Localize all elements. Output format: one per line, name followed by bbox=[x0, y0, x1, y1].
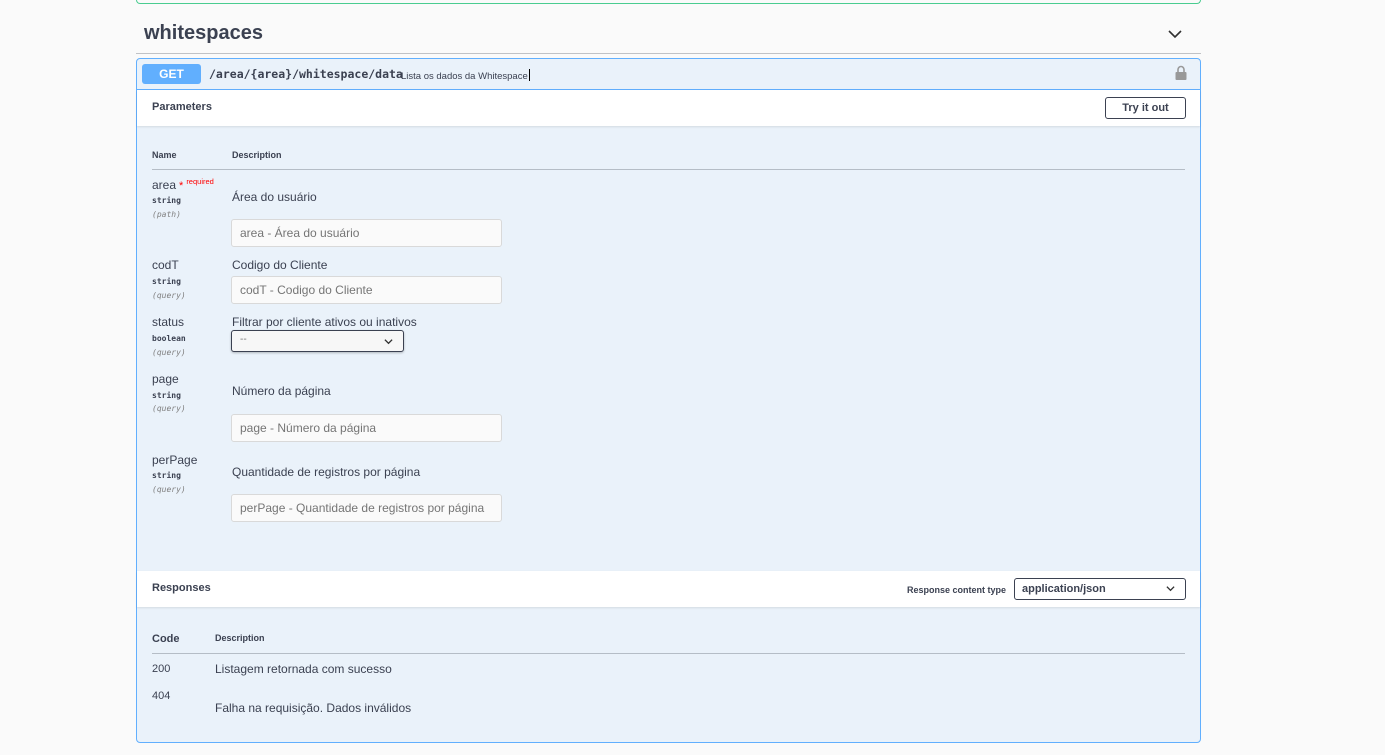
lock-icon[interactable] bbox=[1174, 65, 1188, 81]
param-desc-status: Filtrar por cliente ativos ou inativos bbox=[232, 315, 417, 329]
codt-input[interactable] bbox=[231, 276, 502, 304]
tag-title: whitespaces bbox=[144, 22, 263, 44]
param-desc-perpage: Quantidade de registros por página bbox=[232, 465, 421, 479]
status-select[interactable]: -- bbox=[231, 330, 404, 352]
param-type-page: string bbox=[152, 391, 181, 400]
column-header-name: Name bbox=[152, 150, 177, 160]
operation-summary[interactable]: GET /area/{area}/whitespace/data Lista o… bbox=[137, 59, 1200, 90]
param-in-page: (query) bbox=[152, 404, 186, 413]
param-name-perpage: perPage bbox=[152, 453, 198, 467]
tag-section-whitespaces[interactable]: whitespaces bbox=[136, 14, 1201, 54]
page-input[interactable] bbox=[231, 414, 502, 442]
param-in-status: (query) bbox=[152, 348, 186, 357]
param-desc-codt: Codigo do Cliente bbox=[232, 258, 328, 272]
chevron-down-icon bbox=[384, 339, 393, 345]
operation-summary-text: Lista os dados da Whitespace bbox=[401, 69, 530, 82]
operation-block: GET /area/{area}/whitespace/data Lista o… bbox=[136, 58, 1201, 743]
param-type-area: string bbox=[152, 196, 181, 205]
param-name-status: status bbox=[152, 315, 185, 329]
try-it-out-button[interactable]: Try it out bbox=[1105, 97, 1186, 119]
param-name-area: area * required bbox=[152, 177, 214, 192]
param-type-status: boolean bbox=[152, 334, 186, 343]
param-desc-page: Número da página bbox=[232, 384, 331, 398]
column-header-description: Description bbox=[232, 150, 282, 160]
previous-operation-border bbox=[136, 0, 1201, 4]
chevron-down-icon bbox=[1166, 586, 1175, 592]
param-name-codt: codT bbox=[152, 258, 179, 272]
response-content-type-label: Response content type bbox=[906, 585, 1006, 595]
response-content-type-value: application/json bbox=[1022, 583, 1106, 595]
parameters-divider bbox=[152, 169, 1185, 170]
column-header-code: Code bbox=[152, 633, 180, 645]
response-desc-404: Falha na requisição. Dados inválidos bbox=[215, 701, 412, 715]
chevron-down-icon[interactable] bbox=[1167, 26, 1183, 42]
http-method-badge: GET bbox=[142, 64, 201, 84]
response-desc-200: Listagem retornada com sucesso bbox=[215, 662, 392, 676]
responses-header: Responses Response content type applicat… bbox=[137, 571, 1200, 607]
response-code-200: 200 bbox=[152, 663, 171, 675]
status-select-value: -- bbox=[240, 334, 247, 345]
parameters-header: Parameters Try it out bbox=[137, 90, 1200, 126]
param-in-codt: (query) bbox=[152, 291, 186, 300]
param-name-page: page bbox=[152, 372, 179, 386]
responses-title: Responses bbox=[152, 582, 211, 594]
required-label: required bbox=[186, 177, 214, 186]
column-header-response-description: Description bbox=[215, 633, 265, 643]
response-content-type-select[interactable]: application/json bbox=[1014, 578, 1186, 600]
param-type-perpage: string bbox=[152, 471, 181, 480]
required-star: * bbox=[179, 180, 184, 192]
perpage-input[interactable] bbox=[231, 494, 502, 522]
param-desc-area: Área do usuário bbox=[232, 190, 317, 204]
responses-divider bbox=[152, 653, 1185, 654]
parameters-title: Parameters bbox=[152, 101, 212, 113]
area-input[interactable] bbox=[231, 219, 502, 247]
param-type-codt: string bbox=[152, 277, 181, 286]
param-in-perpage: (query) bbox=[152, 485, 186, 494]
response-code-404: 404 bbox=[152, 690, 171, 702]
operation-path: /area/{area}/whitespace/data bbox=[209, 67, 403, 81]
param-in-area: (path) bbox=[152, 210, 181, 219]
